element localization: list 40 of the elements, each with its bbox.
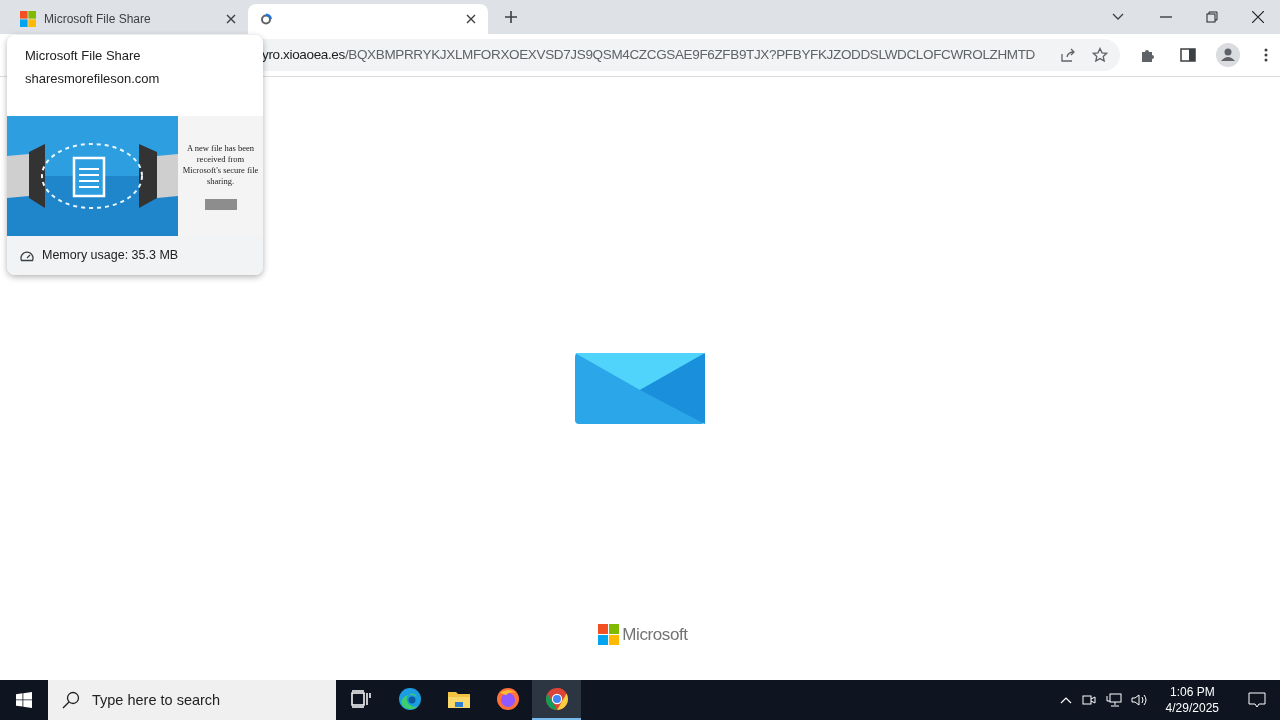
camera-icon[interactable] — [1080, 692, 1097, 708]
edge-icon — [397, 687, 422, 711]
more-icon[interactable] — [1264, 48, 1268, 62]
microsoft-logo-icon — [20, 11, 36, 27]
taskbar-app[interactable] — [532, 680, 581, 720]
star-icon[interactable] — [1092, 47, 1108, 63]
url-text: yro.xioaoea.es/BQXBMPRRYKJXLMFORXOEXVSD7JS9QSM4CZCGSAE9F6ZFB9TJX?PFBYFKJZODDSLWDCLOFCWROLZHMTD — [262, 45, 1037, 64]
clock-date: 4/29/2025 — [1165, 700, 1219, 716]
profile-icon[interactable] — [1216, 43, 1240, 67]
speaker-icon[interactable] — [1130, 692, 1149, 708]
windows-icon[interactable] — [16, 692, 32, 708]
brand-name: Microsoft — [622, 624, 688, 646]
search-field[interactable]: Type here to search — [48, 680, 336, 720]
firefox-icon — [495, 687, 520, 711]
notification-icon[interactable] — [1248, 692, 1266, 708]
close-icon[interactable] — [466, 14, 476, 24]
gauge-icon — [20, 249, 34, 262]
tab-title: Microsoft File Share — [44, 11, 152, 28]
chrome-icon — [544, 687, 569, 711]
task-view-icon — [350, 690, 371, 708]
side-panel-icon[interactable] — [1180, 47, 1196, 63]
loading-icon — [260, 13, 272, 25]
envelope-icon — [575, 353, 705, 424]
close-icon[interactable] — [226, 14, 236, 24]
microsoft-logo-icon — [598, 624, 620, 646]
puzzle-icon[interactable] — [1140, 47, 1156, 63]
share-icon[interactable] — [1060, 47, 1076, 63]
folder-icon — [446, 689, 471, 709]
chevron-down-icon[interactable] — [1112, 13, 1124, 21]
restore-icon[interactable] — [1206, 11, 1218, 23]
network-icon[interactable] — [1105, 692, 1122, 708]
clock-time: 1:06 PM — [1169, 684, 1215, 700]
clock[interactable]: 1:06 PM 4/29/2025 — [1157, 684, 1227, 716]
close-icon[interactable] — [1252, 11, 1264, 23]
preview-domain: sharesmorefileson.com — [25, 69, 161, 88]
thumbnail-heading: A new file has been received from Microsoft's secure file sharing. — [182, 142, 259, 187]
memory-usage: Memory usage: 35.3 MB — [42, 247, 179, 265]
search-icon — [62, 691, 80, 709]
chevron-up-icon[interactable] — [1059, 696, 1072, 704]
new-tab-icon[interactable] — [504, 10, 518, 24]
